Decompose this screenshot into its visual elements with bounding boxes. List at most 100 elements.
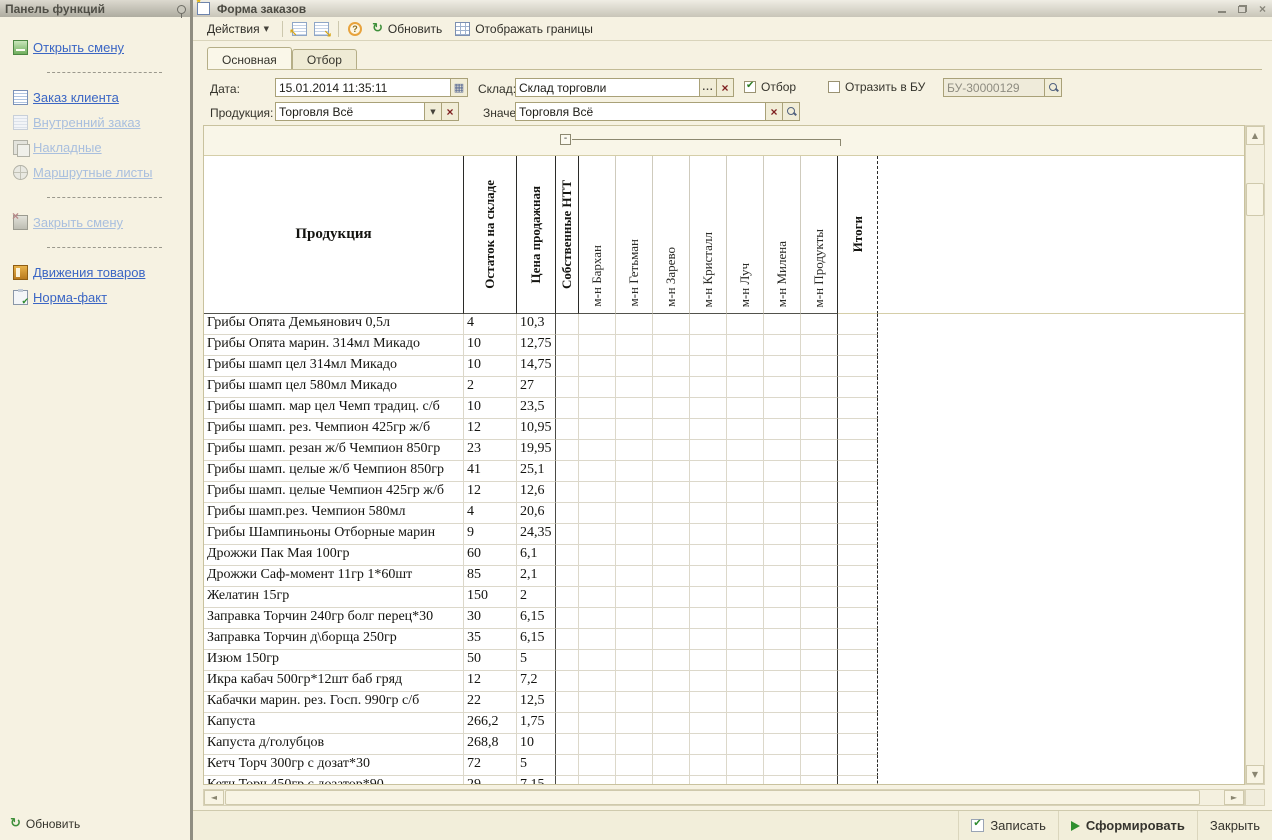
cell-store[interactable]	[801, 461, 838, 482]
cell-totals[interactable]	[838, 671, 878, 692]
cell-store[interactable]	[764, 650, 801, 671]
cell-price[interactable]: 5	[517, 650, 556, 671]
cell-own-ntt[interactable]	[556, 377, 579, 398]
cell-store[interactable]	[801, 335, 838, 356]
cell-stock[interactable]: 266,2	[464, 713, 517, 734]
cell-totals[interactable]	[838, 377, 878, 398]
cell-store[interactable]	[653, 734, 690, 755]
cell-store[interactable]	[690, 755, 727, 776]
cell-totals[interactable]	[838, 482, 878, 503]
cell-own-ntt[interactable]	[556, 692, 579, 713]
cell-own-ntt[interactable]	[556, 713, 579, 734]
cell-product[interactable]: Грибы Опята Демьянович 0,5л	[204, 314, 464, 335]
cell-store[interactable]	[579, 377, 616, 398]
tab-main[interactable]: Основная	[207, 47, 292, 69]
cell-price[interactable]: 14,75	[517, 356, 556, 377]
cell-own-ntt[interactable]	[556, 545, 579, 566]
cell-own-ntt[interactable]	[556, 608, 579, 629]
cell-price[interactable]: 25,1	[517, 461, 556, 482]
cell-store[interactable]	[579, 524, 616, 545]
cell-store[interactable]	[653, 356, 690, 377]
cell-store[interactable]	[801, 755, 838, 776]
cell-store[interactable]	[764, 440, 801, 461]
cell-store[interactable]	[616, 356, 653, 377]
cell-own-ntt[interactable]	[556, 755, 579, 776]
cell-price[interactable]: 6,15	[517, 629, 556, 650]
cell-store[interactable]	[616, 503, 653, 524]
choose-button[interactable]: ...	[699, 79, 716, 96]
cell-own-ntt[interactable]	[556, 671, 579, 692]
save-settings-icon[interactable]: ↘	[314, 22, 329, 36]
cell-product[interactable]: Грибы шамп цел 314мл Микадо	[204, 356, 464, 377]
cell-store[interactable]	[579, 398, 616, 419]
cell-store[interactable]	[764, 608, 801, 629]
cell-price[interactable]: 24,35	[517, 524, 556, 545]
cell-product[interactable]: Желатин 15гр	[204, 587, 464, 608]
cell-store[interactable]	[727, 629, 764, 650]
clear-button[interactable]: ×	[765, 103, 782, 120]
warehouse-field[interactable]: Склад торговли ... ×	[515, 78, 734, 97]
cell-store[interactable]	[801, 629, 838, 650]
cell-store[interactable]	[653, 482, 690, 503]
cell-stock[interactable]: 12	[464, 419, 517, 440]
cell-store[interactable]	[616, 440, 653, 461]
cell-stock[interactable]: 268,8	[464, 734, 517, 755]
header-store-kristall[interactable]: м-н Кристалл	[690, 156, 727, 314]
cell-store[interactable]	[727, 671, 764, 692]
cell-store[interactable]	[690, 461, 727, 482]
cell-price[interactable]: 2,1	[517, 566, 556, 587]
cell-product[interactable]: Грибы шамп. целые Чемпион 425гр ж/б	[204, 482, 464, 503]
cell-totals[interactable]	[838, 629, 878, 650]
cell-store[interactable]	[764, 629, 801, 650]
cell-own-ntt[interactable]	[556, 482, 579, 503]
cell-store[interactable]	[801, 545, 838, 566]
cell-store[interactable]	[616, 377, 653, 398]
cell-stock[interactable]: 9	[464, 524, 517, 545]
production-value[interactable]: Торговля Всё	[276, 103, 424, 120]
cell-store[interactable]	[690, 335, 727, 356]
pin-icon[interactable]	[177, 5, 186, 14]
cell-store[interactable]	[727, 734, 764, 755]
cell-store[interactable]	[653, 692, 690, 713]
cell-stock[interactable]: 150	[464, 587, 517, 608]
cell-stock[interactable]: 10	[464, 356, 517, 377]
cell-store[interactable]	[690, 587, 727, 608]
cell-product[interactable]: Заправка Торчин д\борща 250гр	[204, 629, 464, 650]
cell-store[interactable]	[801, 356, 838, 377]
cell-store[interactable]	[616, 671, 653, 692]
cell-store[interactable]	[801, 713, 838, 734]
cell-own-ntt[interactable]	[556, 503, 579, 524]
cell-totals[interactable]	[838, 713, 878, 734]
cell-store[interactable]	[690, 398, 727, 419]
cell-stock[interactable]: 72	[464, 755, 517, 776]
cell-store[interactable]	[616, 482, 653, 503]
sidebar-refresh[interactable]: ↻ Обновить	[10, 816, 80, 831]
cell-store[interactable]	[616, 524, 653, 545]
cell-product[interactable]: Грибы шамп цел 580мл Микадо	[204, 377, 464, 398]
cell-store[interactable]	[764, 755, 801, 776]
cell-store[interactable]	[727, 524, 764, 545]
cell-store[interactable]	[690, 482, 727, 503]
cell-store[interactable]	[579, 755, 616, 776]
reflect-checkbox[interactable]: Отразить в БУ	[828, 80, 925, 94]
cell-product[interactable]: Дрожжи Саф-момент 11гр 1*60шт	[204, 566, 464, 587]
cell-price[interactable]: 12,5	[517, 692, 556, 713]
cell-price[interactable]: 1,75	[517, 713, 556, 734]
cell-store[interactable]	[579, 461, 616, 482]
bu-search-button[interactable]	[1044, 79, 1061, 96]
cell-price[interactable]: 12,75	[517, 335, 556, 356]
cell-store[interactable]	[653, 776, 690, 784]
cell-store[interactable]	[616, 545, 653, 566]
calendar-button[interactable]: ▦	[450, 79, 467, 96]
cell-store[interactable]	[653, 566, 690, 587]
cell-product[interactable]: Грибы шамп. рез. Чемпион 425гр ж/б	[204, 419, 464, 440]
cell-store[interactable]	[727, 545, 764, 566]
group-collapse-button[interactable]: -	[560, 134, 571, 145]
cell-store[interactable]	[727, 755, 764, 776]
cell-own-ntt[interactable]	[556, 566, 579, 587]
cell-store[interactable]	[653, 440, 690, 461]
cell-stock[interactable]: 85	[464, 566, 517, 587]
cell-store[interactable]	[764, 545, 801, 566]
scroll-up-button[interactable]: ▲	[1246, 126, 1264, 145]
cell-store[interactable]	[727, 335, 764, 356]
